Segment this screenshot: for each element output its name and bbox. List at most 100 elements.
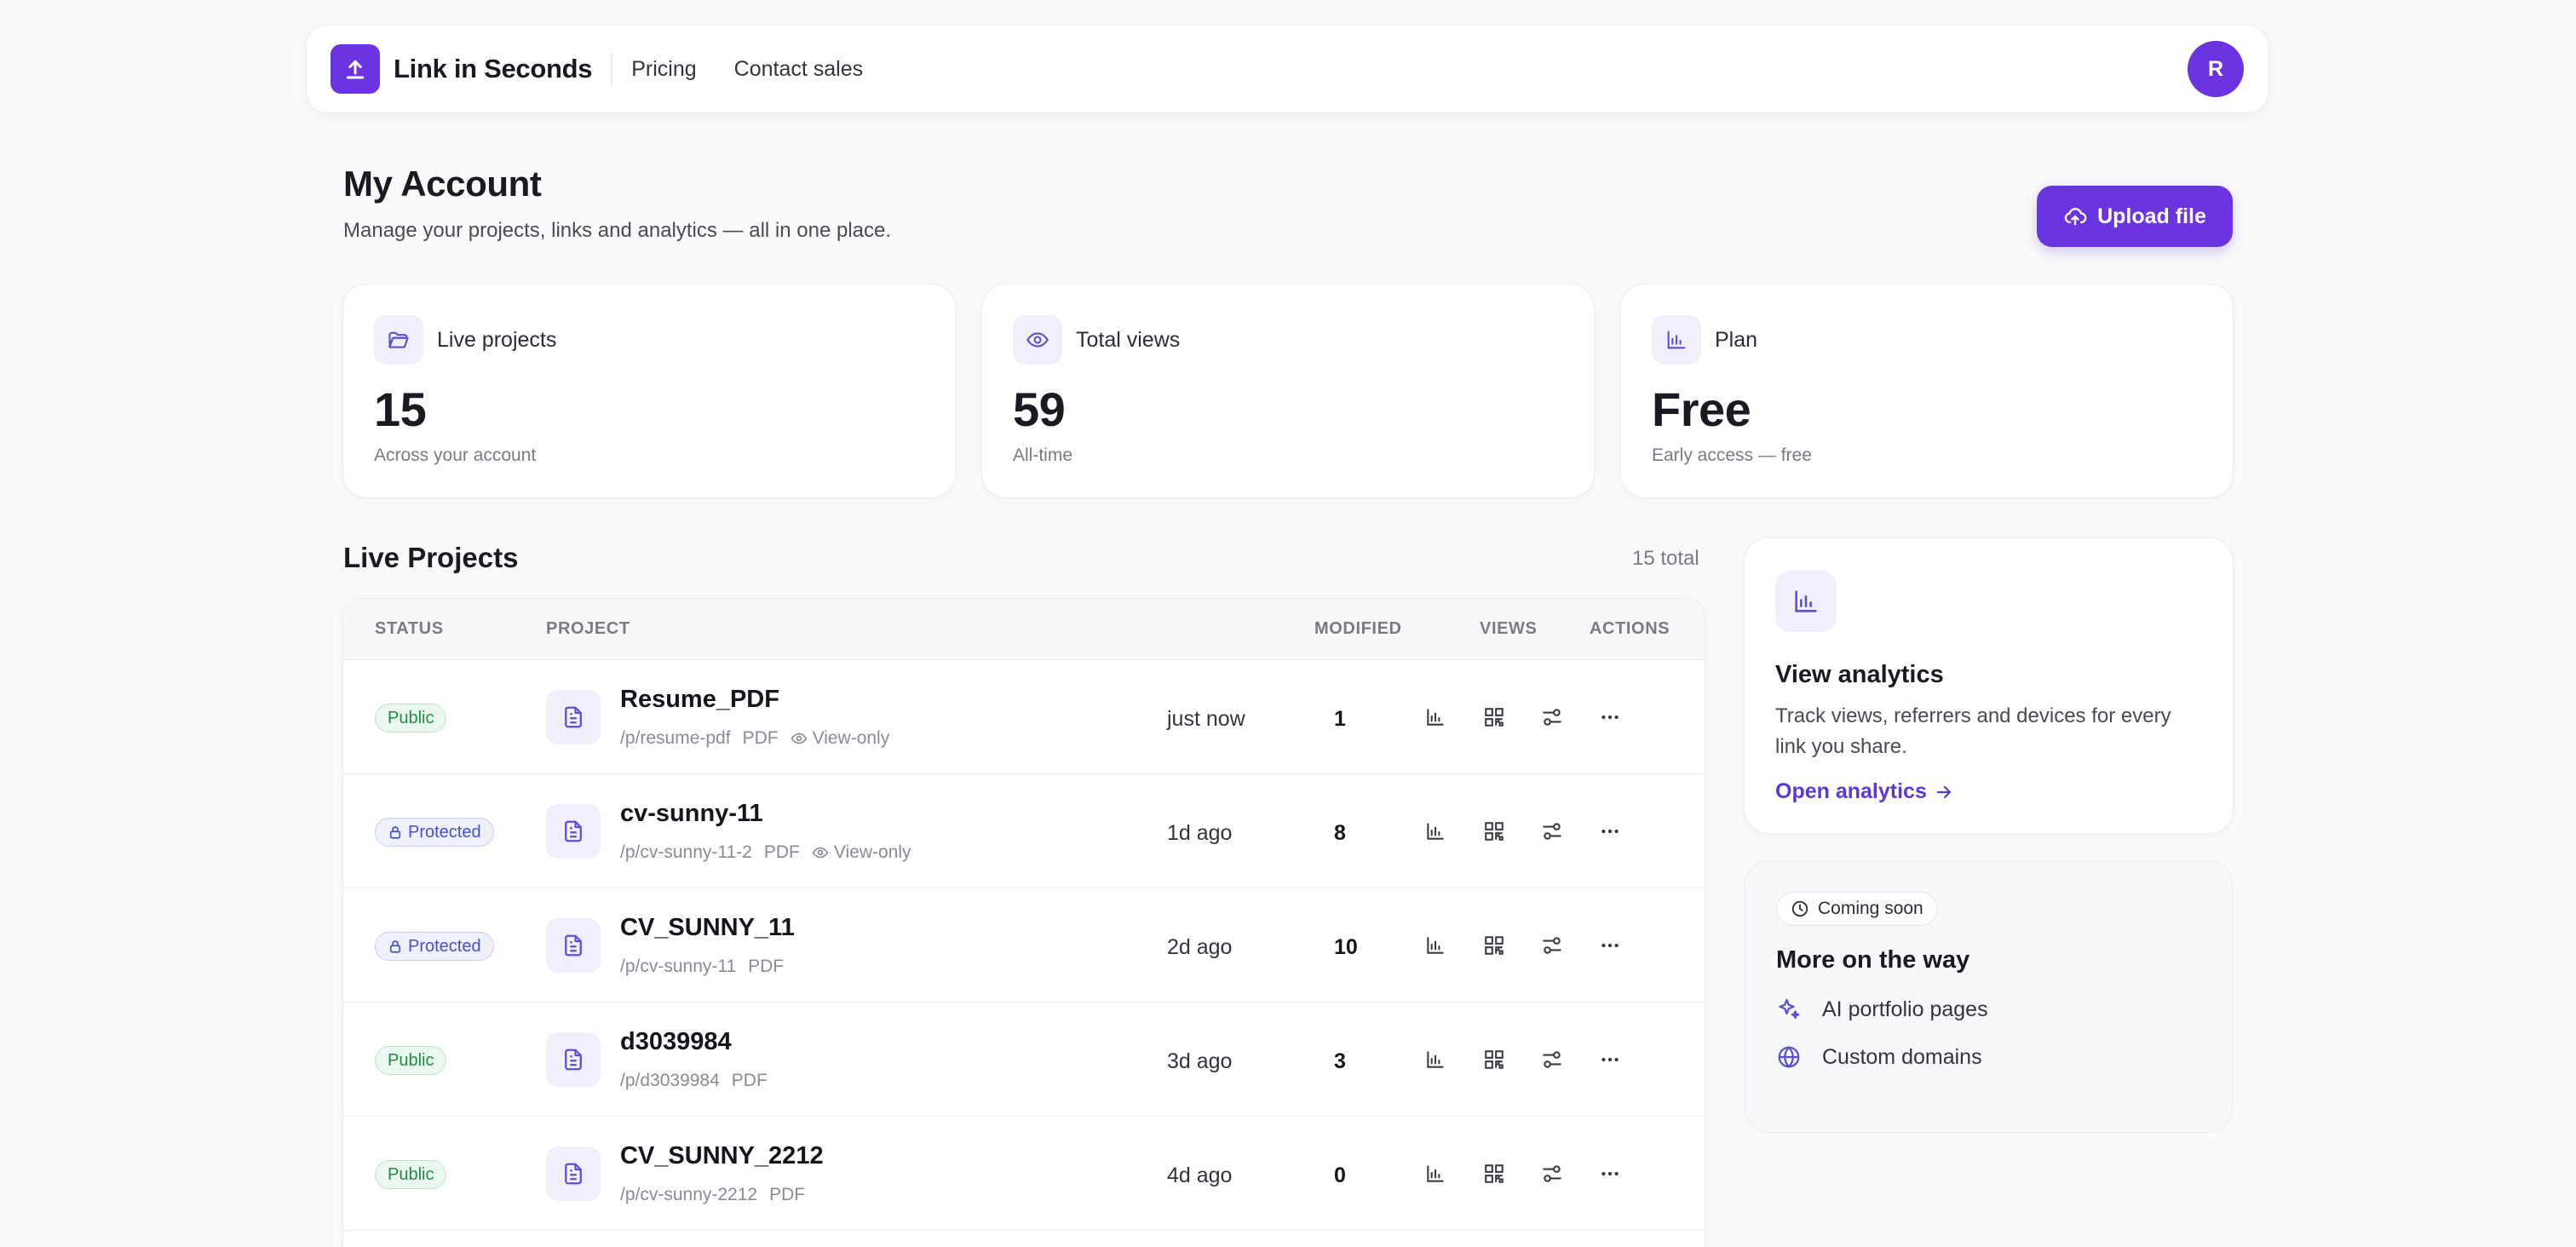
- projects-table: STATUS PROJECT MODIFIED VIEWS ACTIONS Pu…: [343, 599, 1705, 1247]
- stat-card-live-projects: Live projects 15 Across your account: [343, 284, 955, 497]
- qr-code-action-icon[interactable]: [1477, 1043, 1511, 1077]
- project-meta: /p/d3039984 PDF: [620, 1071, 768, 1091]
- lock-icon: [389, 940, 401, 953]
- column-actions: ACTIONS: [1590, 619, 1670, 638]
- eye-icon: [812, 847, 829, 859]
- table-row[interactable]: Public CV_SUNNY_2212/p/cv-sunny-2212 PDF 4d…: [343, 1117, 1705, 1231]
- stat-label: Live projects: [437, 327, 557, 352]
- qr-code-action-icon[interactable]: [1477, 700, 1511, 734]
- coming-soon-title: More on the way: [1776, 946, 1970, 974]
- coming-soon-item-label: Custom domains: [1822, 1044, 1982, 1069]
- table-row[interactable]: Public Resume_PDF/p/resume-pdf PDF View-onl…: [343, 660, 1705, 774]
- view-count: 1: [1334, 707, 1346, 731]
- lock-icon: [389, 826, 401, 839]
- project-path[interactable]: /p/d3039984: [620, 1071, 720, 1091]
- modified-time: 3d ago: [1167, 1049, 1233, 1073]
- nav-divider: [611, 53, 613, 85]
- project-path[interactable]: /p/resume-pdf: [620, 728, 731, 749]
- logo-upload-icon[interactable]: [331, 44, 380, 94]
- stat-note: Across your account: [374, 445, 537, 465]
- coming-soon-item-label: AI portfolio pages: [1822, 997, 1988, 1021]
- stat-label: Total views: [1076, 327, 1181, 352]
- table-body: Public Resume_PDF/p/resume-pdf PDF View-onl…: [343, 660, 1705, 1231]
- analytics-action-icon[interactable]: [1418, 700, 1452, 734]
- file-type: PDF: [769, 1185, 806, 1204]
- status-label: Protected: [408, 822, 481, 842]
- project-name[interactable]: CV_SUNNY_11: [620, 914, 795, 942]
- modified-time: 4d ago: [1167, 1164, 1233, 1187]
- stat-note: Early access — free: [1652, 445, 1812, 465]
- settings-action-icon[interactable]: [1535, 814, 1569, 848]
- nav-link-contact-sales[interactable]: Contact sales: [734, 57, 863, 82]
- view-only-label: View-only: [812, 728, 890, 748]
- brand-name[interactable]: Link in Seconds: [394, 54, 593, 84]
- status-badge: Public: [375, 704, 447, 733]
- bar-chart-icon: [1652, 315, 1701, 365]
- stat-card-total-views: Total views 59 All-time: [982, 284, 1594, 497]
- upload-file-label: Upload file: [2097, 204, 2206, 228]
- account-page: Link in Seconds Pricing Contact sales R …: [0, 0, 2576, 1247]
- file-type: PDF: [742, 728, 779, 748]
- settings-action-icon[interactable]: [1535, 1157, 1569, 1191]
- column-modified: MODIFIED: [1314, 619, 1402, 638]
- project-name[interactable]: cv-sunny-11: [620, 800, 763, 828]
- analytics-title: View analytics: [1775, 661, 1944, 688]
- status-label: Public: [388, 1164, 434, 1184]
- analytics-card: View analytics Track views, referrers an…: [1745, 538, 2233, 833]
- coming-soon-card: Coming soon More on the way AI portfolio…: [1745, 860, 2233, 1133]
- project-name[interactable]: d3039984: [620, 1028, 732, 1056]
- nav-link-pricing[interactable]: Pricing: [631, 57, 696, 82]
- coming-soon-item: AI portfolio pages: [1776, 997, 2201, 1022]
- page-subtitle: Manage your projects, links and analytic…: [343, 219, 892, 242]
- project-meta: /p/cv-sunny-2212 PDF: [620, 1185, 805, 1205]
- more-options-icon[interactable]: [1593, 1043, 1627, 1077]
- project-path[interactable]: /p/cv-sunny-2212: [620, 1185, 757, 1205]
- view-only-label: View-only: [833, 842, 911, 862]
- more-options-icon[interactable]: [1593, 814, 1627, 848]
- table-row[interactable]: Protected CV_SUNNY_11/p/cv-sunny-11 PDF 2d …: [343, 888, 1705, 1003]
- status-badge: Public: [375, 1046, 447, 1075]
- more-options-icon[interactable]: [1593, 928, 1627, 963]
- user-avatar[interactable]: R: [2188, 41, 2244, 97]
- status-badge: Protected: [375, 818, 494, 847]
- more-options-icon[interactable]: [1593, 1157, 1627, 1191]
- analytics-action-icon[interactable]: [1418, 814, 1452, 848]
- arrow-right-icon: [1936, 785, 1951, 798]
- project-name[interactable]: Resume_PDF: [620, 686, 779, 714]
- sparkles-icon: [1779, 998, 1800, 1020]
- settings-action-icon[interactable]: [1535, 1043, 1569, 1077]
- column-project: PROJECT: [546, 619, 630, 638]
- analytics-action-icon[interactable]: [1418, 1157, 1452, 1191]
- status-badge: Protected: [375, 932, 494, 961]
- eye-icon: [1013, 315, 1062, 365]
- view-count: 8: [1334, 821, 1346, 845]
- open-analytics-link[interactable]: Open analytics: [1775, 779, 2202, 804]
- analytics-action-icon[interactable]: [1418, 1043, 1452, 1077]
- clock-icon: [1791, 900, 1808, 917]
- qr-code-action-icon[interactable]: [1477, 814, 1511, 848]
- document-icon: [546, 804, 601, 859]
- view-only-indicator: View-only: [812, 842, 911, 863]
- open-analytics-label: Open analytics: [1775, 779, 1927, 803]
- table-row[interactable]: Protected cv-sunny-11/p/cv-sunny-11-2 PDF V…: [343, 774, 1705, 888]
- stat-value: 15: [374, 382, 427, 436]
- analytics-action-icon[interactable]: [1418, 928, 1452, 963]
- stat-value: Free: [1652, 382, 1751, 436]
- upload-file-button[interactable]: Upload file: [2037, 186, 2233, 247]
- project-path[interactable]: /p/cv-sunny-11-2: [620, 842, 752, 863]
- more-options-icon[interactable]: [1593, 700, 1627, 734]
- project-path[interactable]: /p/cv-sunny-11: [620, 957, 736, 977]
- settings-action-icon[interactable]: [1535, 700, 1569, 734]
- qr-code-action-icon[interactable]: [1477, 928, 1511, 963]
- status-label: Public: [388, 1050, 434, 1070]
- table-header: STATUS PROJECT MODIFIED VIEWS ACTIONS: [343, 599, 1705, 660]
- project-name[interactable]: CV_SUNNY_2212: [620, 1142, 824, 1170]
- modified-time: just now: [1167, 707, 1245, 731]
- file-type: PDF: [731, 1071, 768, 1090]
- table-row[interactable]: Public d3039984/p/d3039984 PDF 3d ago 3: [343, 1003, 1705, 1117]
- cloud-upload-icon: [2064, 208, 2087, 226]
- view-only-indicator: View-only: [791, 728, 890, 749]
- coming-soon-label: Coming soon: [1818, 899, 1923, 918]
- qr-code-action-icon[interactable]: [1477, 1157, 1511, 1191]
- settings-action-icon[interactable]: [1535, 928, 1569, 963]
